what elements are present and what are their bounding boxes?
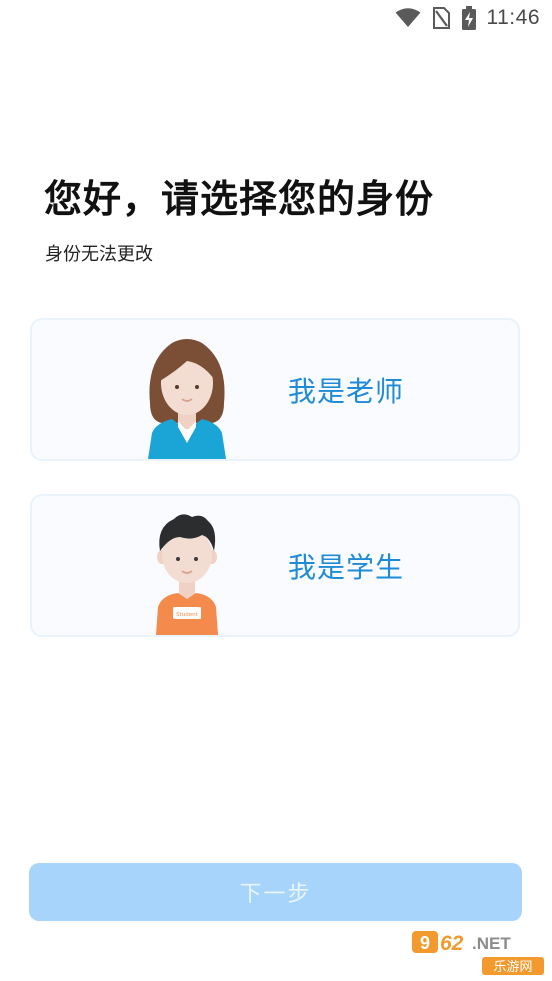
status-time: 11:46 [486,6,540,29]
watermark-logo: 9 62 .NET 乐游网 [410,929,546,977]
watermark-suffix: .NET [472,934,511,953]
page-title: 您好，请选择您的身份 [44,177,435,221]
no-sim-icon [431,7,451,29]
student-avatar: Student [142,507,232,635]
wifi-icon [395,8,421,28]
watermark-number-first: 9 [420,933,430,953]
teacher-role-label: 我是老师 [288,374,405,408]
teacher-avatar [142,331,232,459]
page-subtitle: 身份无法更改 [45,244,153,265]
status-icons: 11:46 [395,6,541,30]
teacher-role-card[interactable]: 我是老师 [30,318,520,461]
watermark-number-rest: 62 [440,932,464,955]
next-button[interactable]: 下一步 [29,863,522,921]
battery-charging-icon [461,6,477,30]
status-bar: 11:46 [0,0,552,36]
student-role-label: 我是学生 [288,550,405,584]
student-badge-text: Student [176,612,198,618]
student-role-card[interactable]: Student 我是学生 [30,494,520,637]
watermark-tagline: 乐游网 [493,960,532,975]
